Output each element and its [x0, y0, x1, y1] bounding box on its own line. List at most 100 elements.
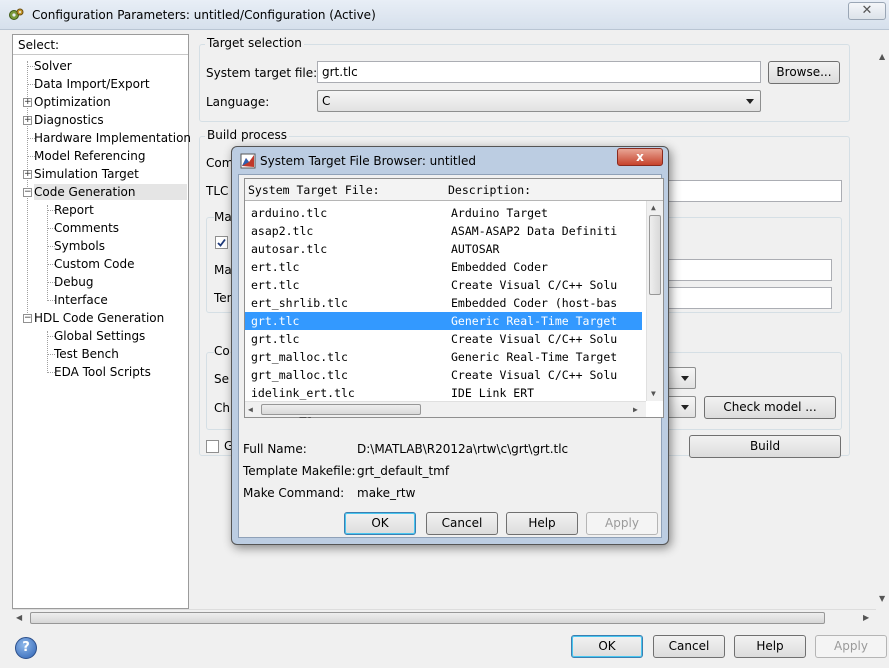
- language-label: Language:: [206, 95, 270, 109]
- list-item-description: Embedded Coder (host-bas: [451, 296, 618, 310]
- dialog-body: System Target File: Description: arduino…: [238, 174, 664, 538]
- generate-code-only-checkbox[interactable]: [206, 440, 219, 453]
- tree-item-symbols[interactable]: Symbols: [54, 238, 105, 254]
- target-file-list[interactable]: System Target File: Description: arduino…: [244, 178, 664, 418]
- list-item[interactable]: grt.tlc Create Visual C/C++ Solu: [245, 330, 642, 348]
- expand-icon[interactable]: +: [23, 116, 32, 125]
- scroll-left-icon[interactable]: ◀: [16, 613, 22, 622]
- list-item[interactable]: autosar.tlc AUTOSAR: [245, 240, 642, 258]
- list-item-file: grt.tlc: [251, 314, 300, 328]
- list-horizontal-scrollbar[interactable]: ◀ ▶: [245, 401, 646, 417]
- scroll-up-icon[interactable]: ▲: [879, 52, 885, 61]
- scroll-left-icon[interactable]: ◀: [248, 405, 253, 414]
- dialog-apply-button[interactable]: Apply: [586, 512, 658, 535]
- tree-item-interface[interactable]: Interface: [54, 292, 108, 308]
- dialog-help-button[interactable]: Help: [506, 512, 578, 535]
- list-vertical-scrollbar[interactable]: ▲ ▼: [646, 201, 663, 401]
- objective-select[interactable]: [666, 367, 696, 389]
- tree-item-data-import-export[interactable]: Data Import/Export: [34, 76, 150, 92]
- list-item[interactable]: ert.tlc Create Visual C/C++ Solu: [245, 276, 642, 294]
- tree-item-diagnostics[interactable]: Diagnostics: [34, 112, 104, 128]
- list-item[interactable]: grt.tlc Generic Real-Time Target: [245, 312, 642, 330]
- horizontal-scrollbar[interactable]: ◀ ▶: [12, 609, 876, 626]
- tree-item-global-settings[interactable]: Global Settings: [54, 328, 145, 344]
- list-item-file: grt_malloc.tlc: [251, 368, 348, 382]
- apply-button[interactable]: Apply: [815, 635, 887, 658]
- matlab-logo-icon: [240, 153, 256, 169]
- tree-item-comments[interactable]: Comments: [54, 220, 119, 236]
- tree-item-report[interactable]: Report: [54, 202, 94, 218]
- list-item[interactable]: grt_malloc.tlc Create Visual C/C++ Solu: [245, 366, 642, 384]
- template-makefile-label: Template Makefile:: [243, 464, 356, 478]
- tree-item-hardware-implementation[interactable]: Hardware Implementation: [34, 130, 191, 146]
- tree-item-simulation-target[interactable]: Simulation Target: [34, 166, 139, 182]
- list-item-description: ASAM-ASAP2 Data Definiti: [451, 224, 618, 238]
- tree-item-hdl-code-generation[interactable]: HDL Code Generation: [34, 310, 164, 326]
- generate-makefile-checkbox[interactable]: [215, 236, 228, 249]
- list-item[interactable]: grt_malloc.tlc Generic Real-Time Target: [245, 348, 642, 366]
- full-name-label: Full Name:: [243, 442, 307, 456]
- cancel-button[interactable]: Cancel: [653, 635, 725, 658]
- col-header-file: System Target File:: [248, 183, 380, 197]
- help-icon[interactable]: ?: [15, 637, 37, 659]
- gear-icon: [9, 8, 24, 20]
- make-command-value: make_rtw: [357, 486, 416, 500]
- tree-item-model-referencing[interactable]: Model Referencing: [34, 148, 145, 164]
- scroll-right-icon[interactable]: ▶: [863, 613, 869, 622]
- language-select[interactable]: C: [317, 90, 761, 112]
- system-target-file-input[interactable]: grt.tlc: [317, 61, 761, 83]
- dialog-cancel-button[interactable]: Cancel: [426, 512, 498, 535]
- list-item-description: Generic Real-Time Target: [451, 350, 618, 364]
- list-item-description: Arduino Target: [451, 206, 548, 220]
- target-selection-title: Target selection: [205, 36, 304, 50]
- scroll-up-icon[interactable]: ▲: [651, 203, 656, 212]
- list-item[interactable]: asap2.tlc ASAM-ASAP2 Data Definiti: [245, 222, 642, 240]
- expand-icon[interactable]: +: [23, 170, 32, 179]
- browse-button[interactable]: Browse...: [768, 61, 840, 84]
- list-item[interactable]: ert.tlc Embedded Coder: [245, 258, 642, 276]
- make-command-input[interactable]: [666, 259, 832, 281]
- scroll-right-icon[interactable]: ▶: [633, 405, 638, 414]
- window-titlebar: Configuration Parameters: untitled/Confi…: [0, 0, 889, 30]
- chevron-down-icon: [681, 376, 689, 381]
- check-model-button[interactable]: Check model ...: [704, 396, 836, 419]
- tree-item-code-generation[interactable]: Code Generation: [34, 184, 187, 200]
- list-item-file: grt_malloc.tlc: [251, 350, 348, 364]
- dialog-title: System Target File Browser: untitled: [260, 154, 476, 168]
- make-command-label: Make Command:: [243, 486, 345, 500]
- tree-item-custom-code[interactable]: Custom Code: [54, 256, 135, 272]
- dialog-close-button[interactable]: x: [617, 148, 663, 166]
- window-close-button[interactable]: ✕: [848, 2, 886, 20]
- help-button[interactable]: Help: [734, 635, 806, 658]
- makefile-group-title-partial: Ma: [214, 210, 232, 224]
- list-item-description: Create Visual C/C++ Solu: [451, 368, 618, 382]
- template-makefile-input[interactable]: [666, 287, 832, 309]
- vertical-scrollbar[interactable]: ▲ ▼: [876, 34, 889, 609]
- category-tree[interactable]: Select: + + + − − Solver Data Import/Exp…: [12, 34, 191, 609]
- tree-item-solver[interactable]: Solver: [34, 58, 72, 74]
- scrollbar-thumb[interactable]: [261, 404, 421, 415]
- tree-item-eda-tool-scripts[interactable]: EDA Tool Scripts: [54, 364, 151, 380]
- ok-button[interactable]: OK: [571, 635, 643, 658]
- chevron-down-icon: [746, 99, 754, 104]
- tlc-options-input[interactable]: [666, 180, 842, 202]
- scrollbar-thumb[interactable]: [649, 215, 661, 295]
- list-item[interactable]: ert_shrlib.tlc Embedded Coder (host-bas: [245, 294, 642, 312]
- list-item-description: Create Visual C/C++ Solu: [451, 332, 618, 346]
- check-model-select[interactable]: [666, 396, 696, 418]
- scrollbar-thumb[interactable]: [30, 612, 825, 624]
- build-button[interactable]: Build: [689, 435, 841, 458]
- template-makefile-value: grt_default_tmf: [357, 464, 450, 478]
- list-item[interactable]: arduino.tlc Arduino Target: [245, 204, 642, 222]
- scroll-down-icon[interactable]: ▼: [879, 594, 885, 603]
- expand-icon[interactable]: +: [23, 98, 32, 107]
- tlc-options-label-partial: TLC: [206, 184, 229, 198]
- dialog-ok-button[interactable]: OK: [344, 512, 416, 535]
- tree-item-debug[interactable]: Debug: [54, 274, 93, 290]
- list-item[interactable]: idelink_ert.tlc IDE Link ERT: [245, 384, 642, 402]
- collapse-icon[interactable]: −: [23, 188, 32, 197]
- tree-item-test-bench[interactable]: Test Bench: [54, 346, 119, 362]
- collapse-icon[interactable]: −: [23, 314, 32, 323]
- tree-item-optimization[interactable]: Optimization: [34, 94, 111, 110]
- scroll-down-icon[interactable]: ▼: [651, 389, 656, 398]
